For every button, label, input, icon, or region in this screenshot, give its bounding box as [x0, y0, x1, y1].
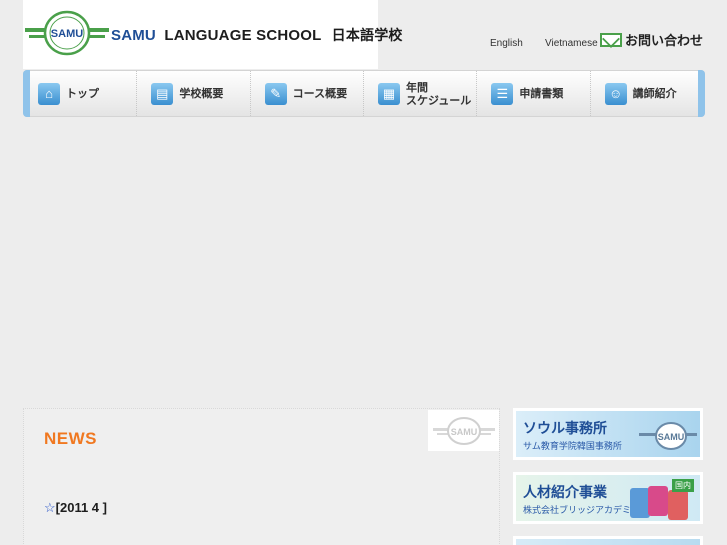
contact-label: お問い合わせ: [625, 34, 704, 49]
nav-item-top[interactable]: ⌂ トップ: [24, 71, 138, 116]
nav-label: 学校概要: [179, 87, 224, 100]
nav-label: 年間 スケジュール: [405, 80, 472, 107]
star-icon: ☆: [44, 500, 56, 515]
contact-link[interactable]: お問い合わせ: [600, 30, 703, 49]
school-name-jp: 日本語学校: [331, 28, 403, 44]
nav-edge-left: [23, 70, 30, 117]
emblem-text: SAMU: [51, 28, 83, 40]
document-icon: ▤: [151, 82, 174, 105]
nav-item-application-forms[interactable]: ☰ 申請書類: [477, 71, 591, 116]
news-samu-logo: SAMU: [428, 410, 499, 451]
envelope-icon: [600, 32, 622, 47]
badge-text: SAMU: [450, 427, 477, 437]
nav-label: トップ: [66, 87, 99, 100]
calendar-icon: ▦: [377, 82, 400, 105]
news-heading: NEWS: [44, 429, 97, 448]
nav-edge-right: [698, 70, 705, 117]
instructor-icon: ☺: [604, 82, 627, 105]
banner-logo-text: SAMU: [658, 432, 685, 442]
sidebar-banner-3[interactable]: [513, 536, 703, 545]
banner-subtitle: 株式会社ブリッジアカデミー: [523, 506, 641, 516]
school-name-en: LANGUAGE SCHOOL: [164, 27, 322, 44]
banner-title: ソウル事務所: [523, 421, 607, 437]
nav-item-course-overview[interactable]: ✎ コース概要: [251, 71, 364, 116]
nav-item-school-overview[interactable]: ▤ 学校概要: [137, 71, 251, 116]
samu-emblem-icon: SAMU: [432, 416, 495, 445]
nav-label: 申請書類: [519, 87, 564, 100]
people-cards-icon: 国内: [628, 478, 696, 521]
logo-word: SAMU: [111, 27, 156, 44]
school-name: SAMU LANGUAGE SCHOOL 日本語学校: [111, 25, 403, 45]
news-item[interactable]: ☆[2011 4 ]: [44, 500, 107, 516]
domestic-badge: 国内: [672, 479, 694, 492]
news-item-date: [2011 4 ]: [55, 500, 107, 515]
main-navigation: ⌂ トップ ▤ 学校概要 ✎ コース概要 ▦ 年間 スケジュール ☰ 申請書類 …: [23, 70, 705, 117]
banner-subtitle: サム教育学院韓国事務所: [523, 442, 622, 452]
nav-item-instructors[interactable]: ☺ 講師紹介: [591, 71, 704, 116]
language-english-link[interactable]: English: [490, 38, 523, 49]
nav-label: 講師紹介: [632, 87, 677, 100]
teacher-icon: ✎: [264, 82, 287, 105]
samu-emblem-icon: SAMU: [25, 10, 109, 56]
nav-label: コース概要: [292, 87, 348, 100]
seoul-office-banner[interactable]: ソウル事務所 サム教育学院韓国事務所 SAMU: [513, 408, 703, 460]
form-icon: ☰: [491, 82, 514, 105]
banner-title: 人材紹介事業: [523, 485, 607, 501]
school-logo[interactable]: SAMU SAMU LANGUAGE SCHOOL 日本語学校: [23, 0, 402, 69]
language-vietnamese-link[interactable]: Vietnamese: [545, 38, 598, 49]
samu-emblem-icon: SAMU: [639, 422, 697, 450]
nav-item-annual-schedule[interactable]: ▦ 年間 スケジュール: [364, 71, 478, 116]
recruitment-banner[interactable]: 人材紹介事業 株式会社ブリッジアカデミー 国内: [513, 472, 703, 524]
home-icon: ⌂: [38, 82, 60, 105]
